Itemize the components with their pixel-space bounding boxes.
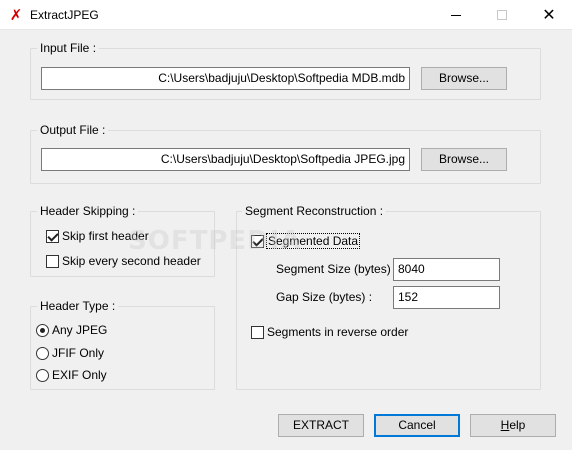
output-file-label: Output File : <box>37 123 109 137</box>
help-button-label-rest: elp <box>509 418 526 432</box>
cancel-button[interactable]: Cancel <box>374 414 460 437</box>
close-button[interactable]: ✕ <box>526 0 572 30</box>
any-jpeg-label: Any JPEG <box>52 323 108 337</box>
radio-selected-icon[interactable] <box>36 323 49 337</box>
gap-size-input[interactable]: 152 <box>393 286 500 309</box>
radio-unselected-icon[interactable] <box>36 368 49 382</box>
skip-every-second-header-label: Skip every second header <box>62 254 201 268</box>
output-file-path-field[interactable]: C:\Users\badjuju\Desktop\Softpedia JPEG.… <box>41 148 410 171</box>
close-icon: ✕ <box>542 5 556 24</box>
jfif-only-label: JFIF Only <box>52 346 105 360</box>
any-jpeg-radio[interactable]: Any JPEG <box>36 322 107 338</box>
segment-reconstruction-label: Segment Reconstruction : <box>242 204 387 218</box>
minimize-icon <box>451 14 461 16</box>
help-button[interactable]: Help <box>470 414 556 437</box>
input-file-label: Input File : <box>37 41 100 55</box>
softpedia-watermark: SOFTPEDIA <box>128 226 302 256</box>
checkbox-unchecked-icon[interactable] <box>46 254 59 268</box>
input-browse-button[interactable]: Browse... <box>421 67 507 90</box>
maximize-icon <box>497 10 507 20</box>
checkbox-checked-icon[interactable] <box>46 229 59 243</box>
radio-unselected-icon[interactable] <box>36 346 49 360</box>
maximize-button[interactable] <box>479 0 525 30</box>
gap-size-label: Gap Size (bytes) : <box>276 290 373 304</box>
segments-reverse-order-label: Segments in reverse order <box>267 325 409 339</box>
minimize-button[interactable] <box>433 0 479 30</box>
output-browse-button[interactable]: Browse... <box>421 148 507 171</box>
red-x-icon: ✗ <box>9 6 23 24</box>
window-title: ExtractJPEG <box>30 8 99 22</box>
segment-size-input[interactable]: 8040 <box>393 258 500 281</box>
segment-size-label: Segment Size (bytes) <box>276 262 391 276</box>
checkbox-unchecked-icon[interactable] <box>251 325 264 339</box>
input-file-path-field[interactable]: C:\Users\badjuju\Desktop\Softpedia MDB.m… <box>41 67 410 90</box>
header-type-label: Header Type : <box>37 299 119 313</box>
exif-only-label: EXIF Only <box>52 368 107 382</box>
jfif-only-radio[interactable]: JFIF Only <box>36 345 104 361</box>
exif-only-radio[interactable]: EXIF Only <box>36 367 107 383</box>
title-bar: ✗ ExtractJPEG ✕ <box>0 0 572 30</box>
segments-reverse-order-checkbox[interactable]: Segments in reverse order <box>251 324 408 340</box>
extract-button[interactable]: EXTRACT <box>278 414 364 437</box>
header-skipping-label: Header Skipping : <box>37 204 139 218</box>
